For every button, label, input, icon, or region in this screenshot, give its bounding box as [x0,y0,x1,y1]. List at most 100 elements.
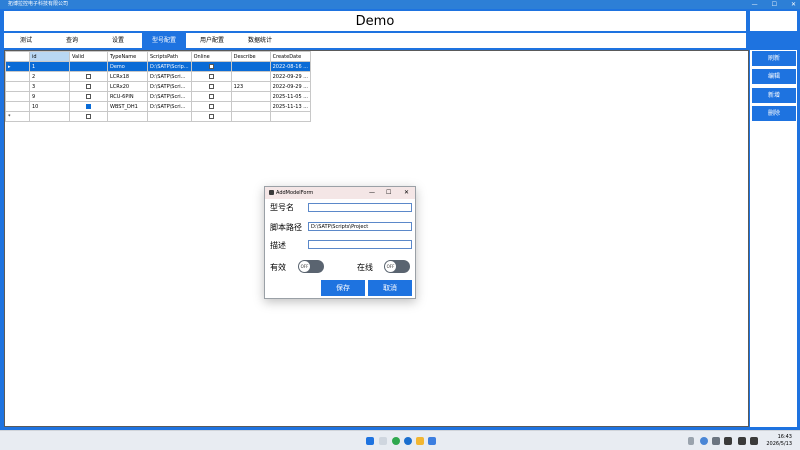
cell-valid[interactable] [69,81,108,92]
tab-test[interactable]: 测试 [4,33,48,48]
cell-scriptspath[interactable] [147,111,192,122]
cell-id[interactable]: 10 [29,101,70,112]
table-row[interactable]: ▸ 1 Demo D:\SATP\Scrip... 2022-08-16 ... [5,61,312,72]
chevron-up-icon[interactable] [688,437,694,445]
cell-describe[interactable] [230,71,271,82]
column-header-describe[interactable]: Describe [230,51,271,62]
cell-online[interactable] [190,91,232,102]
cancel-button[interactable]: 取消 [368,280,412,296]
dialog-close-icon[interactable]: ✕ [404,187,409,199]
cell-valid[interactable] [69,101,108,112]
folder-icon[interactable] [416,437,424,445]
checkbox[interactable] [208,73,214,79]
refresh-button[interactable]: 刷新 [752,51,796,66]
column-header-valid[interactable]: Valid [69,51,108,62]
cell-typename[interactable]: RCU-6PIN [107,91,148,102]
valid-toggle[interactable]: OFF [298,260,324,273]
cell-online[interactable] [190,61,232,72]
cell-valid[interactable] [69,111,108,122]
table-row[interactable]: 9 RCU-6PIN D:\SATP\Scri... 2025-11-05 ... [5,91,312,102]
cell-scriptspath[interactable]: D:\SATP\Scri... [147,71,192,82]
table-row[interactable]: 10 WBST_DH1 D:\SATP\Scri... 2025-11-13 ... [5,101,312,112]
checkbox[interactable] [86,113,91,119]
column-header-typename[interactable]: TypeName [107,51,148,62]
cell-id[interactable]: 1 [29,61,70,72]
row-header[interactable] [5,81,30,92]
checkbox[interactable] [86,83,91,89]
cell-typename[interactable]: Demo [107,61,148,72]
cell-createdate[interactable]: 2022-09-29 ... [269,81,312,92]
checkbox[interactable] [208,83,214,89]
checkbox[interactable] [86,63,91,69]
cell-online[interactable] [190,81,232,92]
cell-createdate[interactable]: 2025-11-05 ... [269,91,312,102]
volume-icon[interactable] [750,437,758,445]
dialog-minimize-icon[interactable]: — [369,187,375,199]
cell-describe[interactable] [230,91,271,102]
type-name-input[interactable] [308,203,412,212]
cell-online[interactable] [190,111,232,122]
cell-createdate[interactable]: 2025-11-13 ... [269,101,312,112]
tab-user-config[interactable]: 用户配置 [190,33,234,48]
search-icon[interactable] [379,437,387,445]
taskbar-clock[interactable]: 16:43 2026/5/13 [766,434,792,448]
column-header-id[interactable]: id [29,51,70,62]
cell-online[interactable] [190,101,232,112]
column-header-scriptspath[interactable]: ScriptsPath [147,51,192,62]
cell-createdate[interactable]: 2022-09-29 ... [269,71,312,82]
cell-describe[interactable]: 123 [230,81,271,92]
dialog-maximize-icon[interactable]: ☐ [386,187,391,199]
window-maximize-icon[interactable]: ☐ [772,0,777,9]
row-header[interactable]: ▸ [5,61,30,72]
script-path-input[interactable]: D:\SATP\Scripts\Project [308,222,412,231]
column-header-createdate[interactable]: CreateDate [269,51,312,62]
checkbox[interactable] [208,113,214,119]
checkbox[interactable] [86,93,91,99]
describe-input[interactable] [308,240,412,249]
cell-createdate[interactable]: 2022-08-16 ... [269,61,312,72]
cell-id[interactable]: 2 [29,71,70,82]
cell-typename[interactable]: LCRx18 [107,71,148,82]
cell-scriptspath[interactable]: D:\SATP\Scri... [147,101,192,112]
cell-online[interactable] [190,71,232,82]
table-row[interactable]: * [5,111,312,122]
cell-describe[interactable] [230,101,271,112]
checkbox[interactable] [208,63,214,69]
delete-button[interactable]: 删除 [752,106,796,121]
tab-settings[interactable]: 设置 [96,33,140,48]
checkbox[interactable] [208,103,214,109]
display-icon[interactable] [724,437,732,445]
cell-id[interactable]: 9 [29,91,70,102]
edge-icon[interactable] [404,437,412,445]
network-app-icon[interactable] [700,437,708,445]
tab-query[interactable]: 查询 [50,33,94,48]
checkbox[interactable] [86,103,91,109]
cell-id[interactable]: 3 [29,81,70,92]
cell-valid[interactable] [69,91,108,102]
cell-typename[interactable]: LCRx20 [107,81,148,92]
browser-icon[interactable] [392,437,400,445]
cell-createdate[interactable] [269,111,312,122]
table-row[interactable]: 3 LCRx20 D:\SATP\Scri... 123 2022-09-29 ... [5,81,312,92]
cell-typename[interactable]: WBST_DH1 [107,101,148,112]
tab-data-stats[interactable]: 数据统计 [238,33,282,48]
window-close-icon[interactable]: ✕ [791,0,796,9]
tab-model-config[interactable]: 型号配置 [142,33,186,48]
cell-scriptspath[interactable]: D:\SATP\Scrip... [147,61,192,72]
start-icon[interactable] [366,437,374,445]
row-header[interactable] [5,101,30,112]
cell-scriptspath[interactable]: D:\SATP\Scri... [147,81,192,92]
app-icon[interactable] [428,437,436,445]
row-header[interactable] [5,71,30,82]
window-minimize-icon[interactable]: — [752,0,758,9]
cell-valid[interactable] [69,71,108,82]
cell-valid[interactable] [69,61,108,72]
column-header-online[interactable]: Online [190,51,232,62]
cell-describe[interactable] [230,111,271,122]
online-toggle[interactable]: OFF [384,260,410,273]
add-button[interactable]: 新增 [752,88,796,103]
row-header[interactable] [5,91,30,102]
cell-id[interactable] [29,111,70,122]
row-header[interactable]: * [5,111,30,122]
save-button[interactable]: 保存 [321,280,365,296]
